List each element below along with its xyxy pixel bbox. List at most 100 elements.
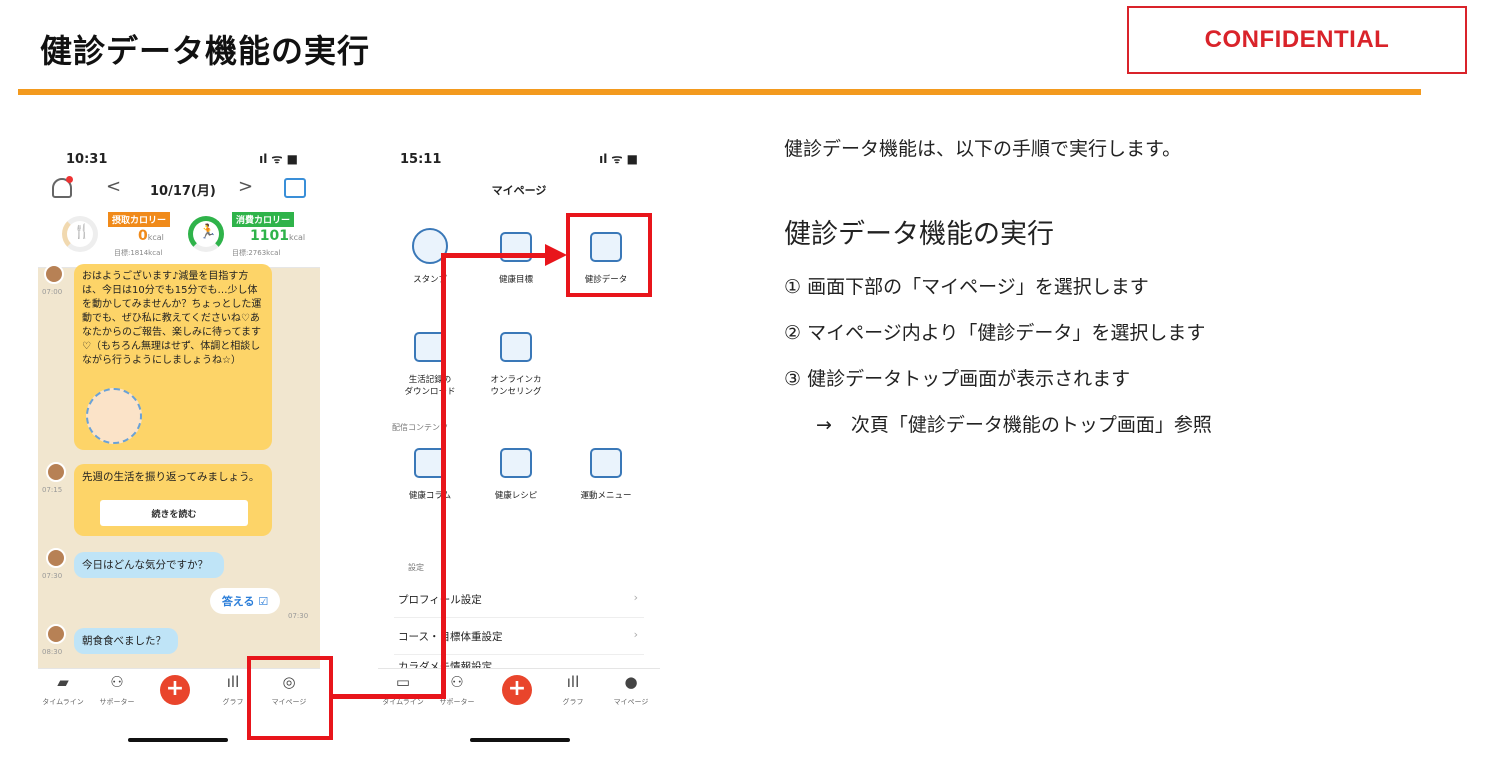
title-divider bbox=[18, 89, 1421, 95]
content-exercise[interactable]: 運動メニュー bbox=[566, 444, 646, 502]
add-record-button[interactable]: + bbox=[160, 675, 190, 705]
burn-number: 1101 bbox=[250, 228, 289, 244]
avatar bbox=[46, 462, 66, 482]
running-icon: 🏃 bbox=[199, 224, 217, 240]
message-text: おはようございます♪減量を目指す方は、今日は10分でも15分でも…少し体を動かし… bbox=[82, 271, 262, 366]
avatar bbox=[44, 264, 64, 284]
fork-knife-icon bbox=[500, 448, 532, 478]
confidential-badge: CONFIDENTIAL bbox=[1127, 6, 1467, 74]
slide-title: 健診データ機能の実行 bbox=[40, 32, 371, 70]
video-counseling-icon bbox=[500, 332, 532, 362]
chevron-right-icon: › bbox=[633, 591, 638, 604]
status-bar: 10:31 ıl ᯤ ■ bbox=[38, 138, 320, 174]
chat-bubbles-icon: ▰ bbox=[57, 673, 69, 691]
section-label: 設定 bbox=[408, 563, 424, 572]
bar-graph-icon: ıll bbox=[226, 673, 240, 691]
intake-label: 摂取カロリー bbox=[108, 212, 171, 227]
mypage-tab-highlight bbox=[247, 656, 333, 740]
content-column[interactable]: 健康コラム bbox=[390, 444, 470, 502]
tab-mypage[interactable]: ● マイページ bbox=[606, 673, 656, 707]
message-time: 07:30 bbox=[288, 612, 309, 620]
home-indicator bbox=[470, 738, 570, 742]
message-text: 朝食食べました？ bbox=[82, 635, 166, 647]
calendar-check-icon[interactable] bbox=[284, 178, 306, 198]
message-time: 07:15 bbox=[42, 486, 63, 494]
confidential-label: CONFIDENTIAL bbox=[1204, 26, 1390, 53]
burn-label: 消費カロリー bbox=[232, 212, 295, 227]
tab-supporter[interactable]: ⚇ サポーター bbox=[432, 673, 482, 707]
chat-bubble: 朝食食べました？ bbox=[74, 628, 178, 654]
people-icon: ⚇ bbox=[450, 673, 464, 691]
people-icon: ⚇ bbox=[110, 673, 124, 691]
fork-knife-icon: 🍴 bbox=[73, 224, 91, 240]
burn-value: 1101kcal bbox=[250, 228, 305, 244]
grid-download[interactable]: 生活記録の ダウンロード bbox=[390, 328, 470, 398]
burn-unit: kcal bbox=[288, 233, 306, 242]
avatar bbox=[46, 548, 66, 568]
tab-label: サポーター bbox=[99, 698, 135, 706]
chat-bubble: 今日はどんな気分ですか？ bbox=[74, 552, 224, 578]
grid-label: オンラインカ ウンセリング bbox=[490, 375, 542, 397]
status-bar: 15:11 ıl ᯤ ■ bbox=[378, 138, 660, 174]
message-text: 今日はどんな気分ですか？ bbox=[82, 559, 208, 571]
page-title: マイページ bbox=[491, 184, 547, 197]
grid-label: 健康目標 bbox=[498, 275, 533, 285]
signal-wifi-battery-icon: ıl ᯤ ■ bbox=[599, 152, 638, 166]
intro-text: 健診データ機能は、以下の手順で実行します。 bbox=[784, 138, 1182, 160]
reference-note: → 次頁「健診データ機能のトップ画面」参照 bbox=[816, 414, 1212, 436]
answer-button[interactable]: 答える ☑ bbox=[210, 588, 280, 614]
grid-label: 生活記録の ダウンロード bbox=[404, 375, 456, 397]
message-text: 先週の生活を振り返ってみましょう。 bbox=[82, 471, 260, 483]
chat-bubbles-icon: ▭ bbox=[395, 673, 411, 691]
add-record-button[interactable]: + bbox=[502, 675, 532, 705]
settings-label: プロフィール設定 bbox=[398, 594, 482, 606]
date-header: < 10/17(月) > bbox=[38, 174, 320, 206]
tab-timeline[interactable]: ▰ タイムライン bbox=[38, 673, 88, 707]
calorie-summary: 🍴 摂取カロリー 0kcal 目標:1814kcal 🏃 消費カロリー 1101… bbox=[38, 206, 320, 268]
tab-label: タイムライン bbox=[42, 698, 84, 706]
tab-label: マイページ bbox=[613, 698, 649, 706]
signal-wifi-battery-icon: ıl ᯤ ■ bbox=[259, 152, 298, 166]
settings-row-course[interactable]: コース・目標体重設定 › bbox=[394, 618, 644, 655]
checkup-data-highlight bbox=[566, 213, 652, 297]
step-2: ② マイページ内より「健診データ」を選択します bbox=[784, 322, 1206, 344]
avatar bbox=[46, 624, 66, 644]
intake-number: 0 bbox=[138, 228, 148, 244]
status-time: 10:31 bbox=[66, 152, 108, 167]
connector-line bbox=[441, 253, 545, 258]
bar-graph-icon: ıll bbox=[566, 673, 580, 691]
tab-supporter[interactable]: ⚇ サポーター bbox=[92, 673, 142, 707]
tab-graph[interactable]: ıll グラフ bbox=[548, 673, 598, 707]
chevron-left-icon[interactable]: < bbox=[106, 176, 121, 197]
intake-unit: kcal bbox=[147, 233, 164, 242]
grid-online-counseling[interactable]: オンラインカ ウンセリング bbox=[476, 328, 556, 398]
step-1: ① 画面下部の「マイページ」を選択します bbox=[784, 276, 1149, 298]
connector-line bbox=[441, 253, 446, 699]
section-label: 配信コンテンツ bbox=[392, 423, 448, 432]
message-time: 07:00 bbox=[42, 288, 63, 296]
tab-timeline[interactable]: ▭ タイムライン bbox=[378, 673, 428, 707]
content-recipe[interactable]: 健康レシピ bbox=[476, 444, 556, 502]
home-indicator bbox=[128, 738, 228, 742]
message-time: 08:30 bbox=[42, 648, 63, 656]
tab-label: グラフ bbox=[562, 698, 584, 706]
step-3: ③ 健診データトップ画面が表示されます bbox=[784, 368, 1131, 390]
settings-row-profile[interactable]: プロフィール設定 › bbox=[394, 581, 644, 618]
chevron-right-icon: › bbox=[633, 628, 638, 641]
grid-label: スタンプ bbox=[413, 275, 447, 285]
answer-label: 答える bbox=[221, 595, 255, 608]
chat-timeline[interactable]: 07:00 おはようございます♪減量を目指す方は、今日は10分でも15分でも…少… bbox=[38, 264, 320, 678]
supporter-stamp-image bbox=[86, 388, 142, 444]
grid-label: 健康レシピ bbox=[494, 491, 538, 501]
grid-label: 運動メニュー bbox=[580, 491, 632, 501]
arrow-right-icon bbox=[545, 244, 567, 266]
connector-line bbox=[333, 694, 445, 699]
burn-goal: 目標:2763kcal bbox=[232, 249, 281, 257]
running-icon bbox=[590, 448, 622, 478]
chevron-right-icon[interactable]: > bbox=[238, 176, 253, 197]
settings-label: コース・目標体重設定 bbox=[398, 631, 503, 643]
read-more-button[interactable]: 続きを読む bbox=[100, 500, 248, 526]
notification-dot bbox=[66, 176, 73, 183]
grid-label: 健康コラム bbox=[408, 491, 452, 501]
status-time: 15:11 bbox=[400, 152, 442, 167]
